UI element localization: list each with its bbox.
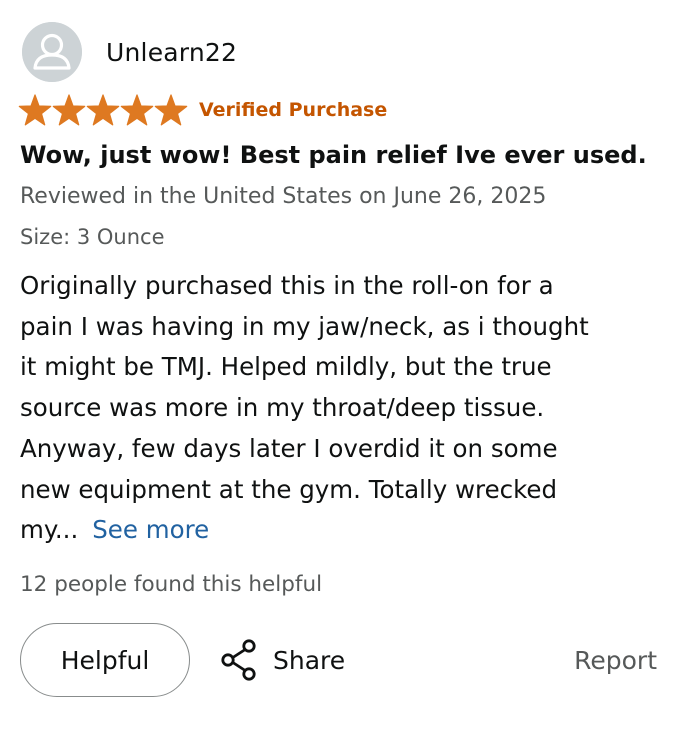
- star-filled-icon: [18, 93, 52, 125]
- review-body-line: new equipment at the gym. Totally wrecke…: [20, 474, 558, 504]
- star-filled-icon: [120, 93, 154, 125]
- see-more-link[interactable]: See more: [92, 515, 209, 544]
- verified-purchase-badge: Verified Purchase: [199, 99, 388, 121]
- review-body-line: it might be TMJ. Helped mildly, but the …: [20, 352, 552, 382]
- review-body-line: my...: [20, 515, 79, 545]
- avatar-icon[interactable]: [22, 22, 82, 82]
- helpful-button[interactable]: Helpful: [20, 623, 190, 697]
- rating-row: Verified Purchase: [18, 93, 387, 127]
- review-body-line: source was more in my throat/deep tissue…: [20, 393, 545, 423]
- star-filled-icon: [86, 93, 120, 125]
- report-link[interactable]: Report: [574, 646, 657, 675]
- star-filled-icon: [154, 93, 188, 125]
- review-body-last-line: my... See more: [20, 510, 660, 551]
- star-filled-icon: [52, 93, 86, 125]
- share-button[interactable]: Share: [220, 637, 345, 683]
- helpful-count: 12 people found this helpful: [20, 572, 323, 597]
- review-body-line: Originally purchased this in the roll-on…: [20, 271, 554, 300]
- product-size: Size: 3 Ounce: [20, 225, 165, 249]
- share-icon[interactable]: [220, 638, 260, 682]
- review-body-line: pain I was having in my jaw/neck, as i t…: [20, 311, 589, 341]
- review-title: Wow, just wow! Best pain relief Ive ever…: [20, 141, 647, 169]
- star-rating[interactable]: [18, 93, 188, 127]
- reviewer-name[interactable]: Unlearn22: [106, 38, 237, 67]
- review-body: Originally purchased this in the roll-on…: [20, 266, 660, 551]
- review-date: Reviewed in the United States on June 26…: [20, 184, 547, 209]
- review-body-line: Anyway, few days later I overdid it on s…: [20, 433, 558, 463]
- customer-review: Unlearn22 Verified Purchase Wow, just wo…: [0, 0, 673, 755]
- review-actions: Helpful Share Report: [20, 623, 660, 701]
- reviewer-profile[interactable]: Unlearn22: [22, 22, 237, 82]
- share-label[interactable]: Share: [273, 646, 345, 675]
